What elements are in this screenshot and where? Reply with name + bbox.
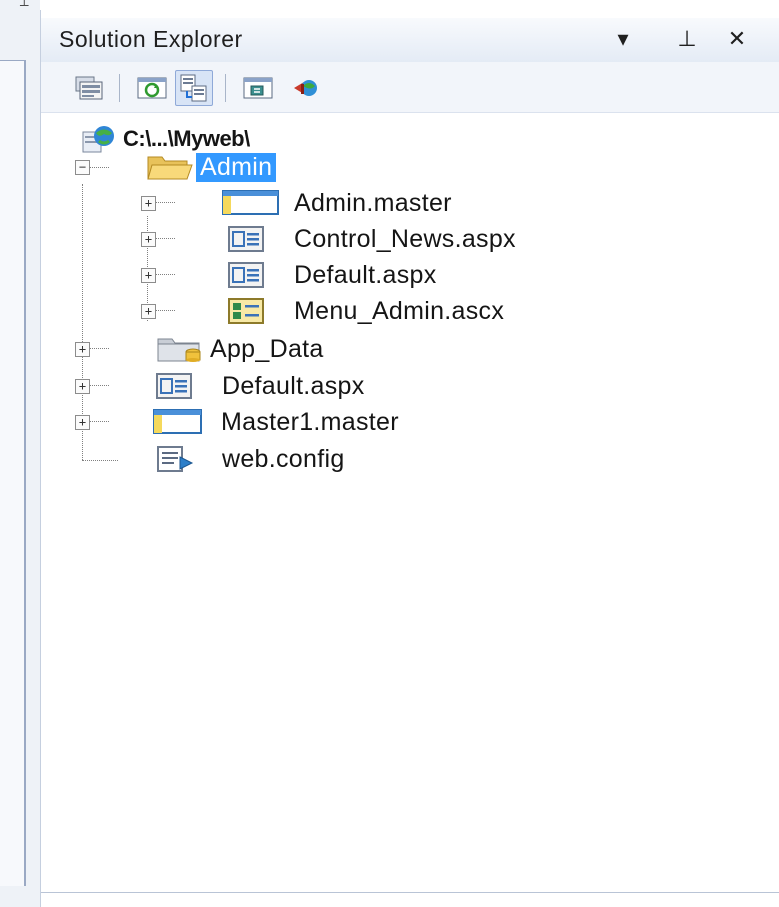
aspx-page-icon bbox=[228, 262, 264, 288]
tree-item-label: Menu_Admin.ascx bbox=[294, 296, 505, 325]
aspx-page-icon bbox=[228, 226, 264, 252]
refresh-button[interactable] bbox=[133, 70, 171, 106]
tree-item-label: Master1.master bbox=[221, 407, 399, 436]
properties-button[interactable] bbox=[71, 70, 109, 106]
refresh-icon bbox=[137, 77, 167, 99]
tree-item-app-data[interactable]: App_Data bbox=[156, 332, 328, 366]
view-designer-icon bbox=[243, 77, 273, 99]
solution-tree: C:\...\Myweb\ − Admin + Admin.master + C… bbox=[41, 112, 779, 892]
tree-item-label: web.config bbox=[222, 444, 345, 473]
tree-item-default-aspx[interactable]: Default.aspx bbox=[156, 369, 369, 403]
expand-toggle[interactable]: + bbox=[75, 415, 90, 430]
tree-root-label: C:\...\Myweb\ bbox=[123, 126, 250, 151]
nest-related-files-icon bbox=[180, 74, 207, 102]
asp-net-configuration-icon bbox=[294, 80, 317, 96]
master-page-icon bbox=[153, 409, 202, 434]
tree-item-master1[interactable]: Master1.master bbox=[153, 405, 403, 439]
asp-net-configuration-button[interactable] bbox=[287, 70, 325, 106]
left-dock-strip bbox=[0, 60, 26, 886]
auto-hide-pin-button[interactable]: ⊥ bbox=[673, 24, 701, 54]
properties-icon bbox=[75, 76, 103, 100]
tree-item-menu-admin[interactable]: Menu_Admin.ascx bbox=[222, 294, 508, 328]
aspx-page-icon bbox=[156, 373, 192, 399]
expand-toggle[interactable]: + bbox=[141, 268, 156, 283]
tree-item-label: App_Data bbox=[210, 334, 324, 363]
tree-item-control-news[interactable]: Control_News.aspx bbox=[222, 222, 520, 256]
expand-toggle[interactable]: + bbox=[141, 304, 156, 319]
expand-toggle[interactable]: + bbox=[141, 232, 156, 247]
app-data-folder-icon bbox=[157, 338, 201, 362]
pin-icon: ┴ bbox=[20, 0, 29, 12]
panel-title: Solution Explorer bbox=[59, 26, 243, 52]
expand-toggle[interactable]: + bbox=[141, 196, 156, 211]
tree-item-label: Admin bbox=[196, 152, 277, 182]
tree-item-label: Default.aspx bbox=[294, 260, 437, 289]
tree-item-label: Admin.master bbox=[294, 188, 452, 217]
window-position-dropdown-button[interactable]: ▾ bbox=[609, 24, 637, 54]
open-folder-icon bbox=[147, 156, 193, 180]
view-designer-button[interactable] bbox=[239, 70, 277, 106]
tree-item-label: Control_News.aspx bbox=[294, 224, 516, 253]
left-dock-rail: ┴ bbox=[0, 0, 40, 907]
website-globe-icon bbox=[82, 126, 114, 153]
panel-title-bar: Solution Explorer ▾ ⊥ ✕ bbox=[41, 18, 779, 63]
admin-collapse-toggle[interactable]: − bbox=[75, 160, 90, 175]
tree-item-admin-master[interactable]: Admin.master bbox=[222, 186, 456, 220]
tree-item-label: Default.aspx bbox=[222, 371, 365, 400]
config-file-icon bbox=[157, 446, 194, 472]
expand-toggle[interactable]: + bbox=[75, 379, 90, 394]
tree-item-admin-default[interactable]: Default.aspx bbox=[222, 258, 441, 292]
tree-item-web-config[interactable]: web.config bbox=[156, 442, 349, 476]
user-control-icon bbox=[228, 298, 264, 324]
close-button[interactable]: ✕ bbox=[723, 24, 751, 54]
expand-toggle[interactable]: + bbox=[75, 342, 90, 357]
master-page-icon bbox=[222, 190, 279, 215]
panel-bottom-border bbox=[41, 892, 779, 893]
nest-related-files-button[interactable] bbox=[175, 70, 213, 106]
panel-toolbar bbox=[41, 62, 779, 113]
solution-explorer-panel: Solution Explorer ▾ ⊥ ✕ C:\...\Myweb\ − … bbox=[40, 10, 779, 907]
tree-item-admin[interactable]: Admin bbox=[146, 150, 277, 184]
